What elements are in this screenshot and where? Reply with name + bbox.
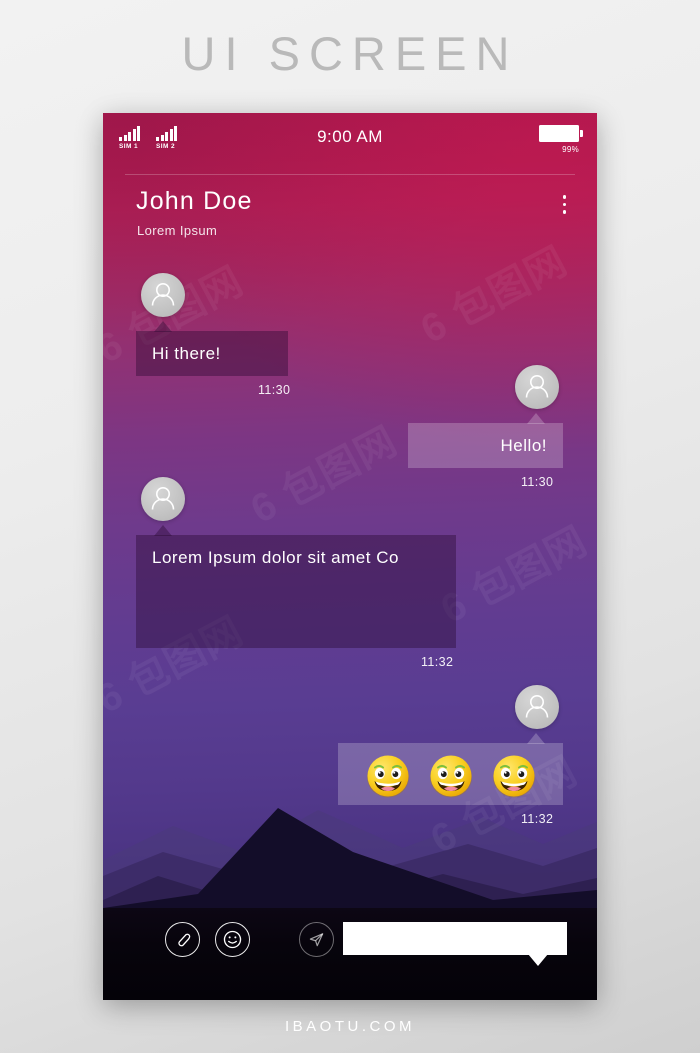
battery-percent-label: 99% [562, 145, 579, 154]
message-text: Hello! [500, 436, 547, 455]
grinning-smiley-emoji [429, 755, 472, 798]
user-avatar-icon [141, 477, 185, 521]
user-avatar-icon [515, 685, 559, 729]
site-watermark: IBAOTU.COM [284, 1018, 415, 1035]
message-text: Lorem Ipsum dolor sit amet Co [152, 548, 399, 567]
contact-name: John Doe [136, 187, 253, 215]
message-timestamp: 11:32 [421, 655, 454, 669]
grinning-smiley-emoji [492, 755, 535, 798]
grinning-smiley-emoji [366, 755, 409, 798]
bubble-tail [527, 733, 545, 744]
message-text: Hi there! [152, 344, 221, 363]
bubble-tail [527, 413, 545, 424]
message-bubble-sent[interactable]: Hello! [408, 413, 563, 468]
message-bubble-emoji[interactable] [338, 733, 563, 805]
more-vertical-icon[interactable] [560, 192, 570, 217]
message-timestamp: 11:32 [521, 812, 554, 826]
user-avatar-icon [515, 365, 559, 409]
status-bar: SIM 1 SIM 2 9:00 AM 99% [103, 113, 597, 175]
battery-icon [539, 125, 583, 142]
paperclip-icon[interactable] [165, 922, 200, 957]
message-input[interactable] [343, 922, 567, 955]
send-paper-plane-icon[interactable] [299, 922, 334, 957]
user-avatar-icon [141, 273, 185, 317]
phone-mockup: 6 包图网 6 包图网 6 包图网 6 包图网 6 包图网 6 包图网 SIM … [103, 113, 597, 1000]
bubble-tail [154, 321, 172, 332]
input-bubble-tail [528, 954, 548, 966]
status-time: 9:00 AM [317, 127, 383, 146]
message-timestamp: 11:30 [521, 475, 554, 489]
message-list[interactable]: Hi there! 11:30 Hello! 11:30 Lorem Ipsum… [103, 255, 597, 908]
message-timestamp: 11:30 [258, 383, 291, 397]
message-bubble-received[interactable]: Hi there! [136, 321, 288, 376]
emoji-row [350, 751, 551, 801]
contact-status: Lorem Ipsum [137, 223, 218, 238]
bubble-tail [154, 525, 172, 536]
battery-indicator: 99% [539, 125, 583, 154]
chat-header: John Doe Lorem Ipsum [103, 175, 597, 255]
smiley-icon[interactable] [215, 922, 250, 957]
page-title: UI SCREEN [181, 27, 519, 80]
message-composer [103, 908, 597, 1000]
message-bubble-received[interactable]: Lorem Ipsum dolor sit amet Co [136, 525, 456, 648]
